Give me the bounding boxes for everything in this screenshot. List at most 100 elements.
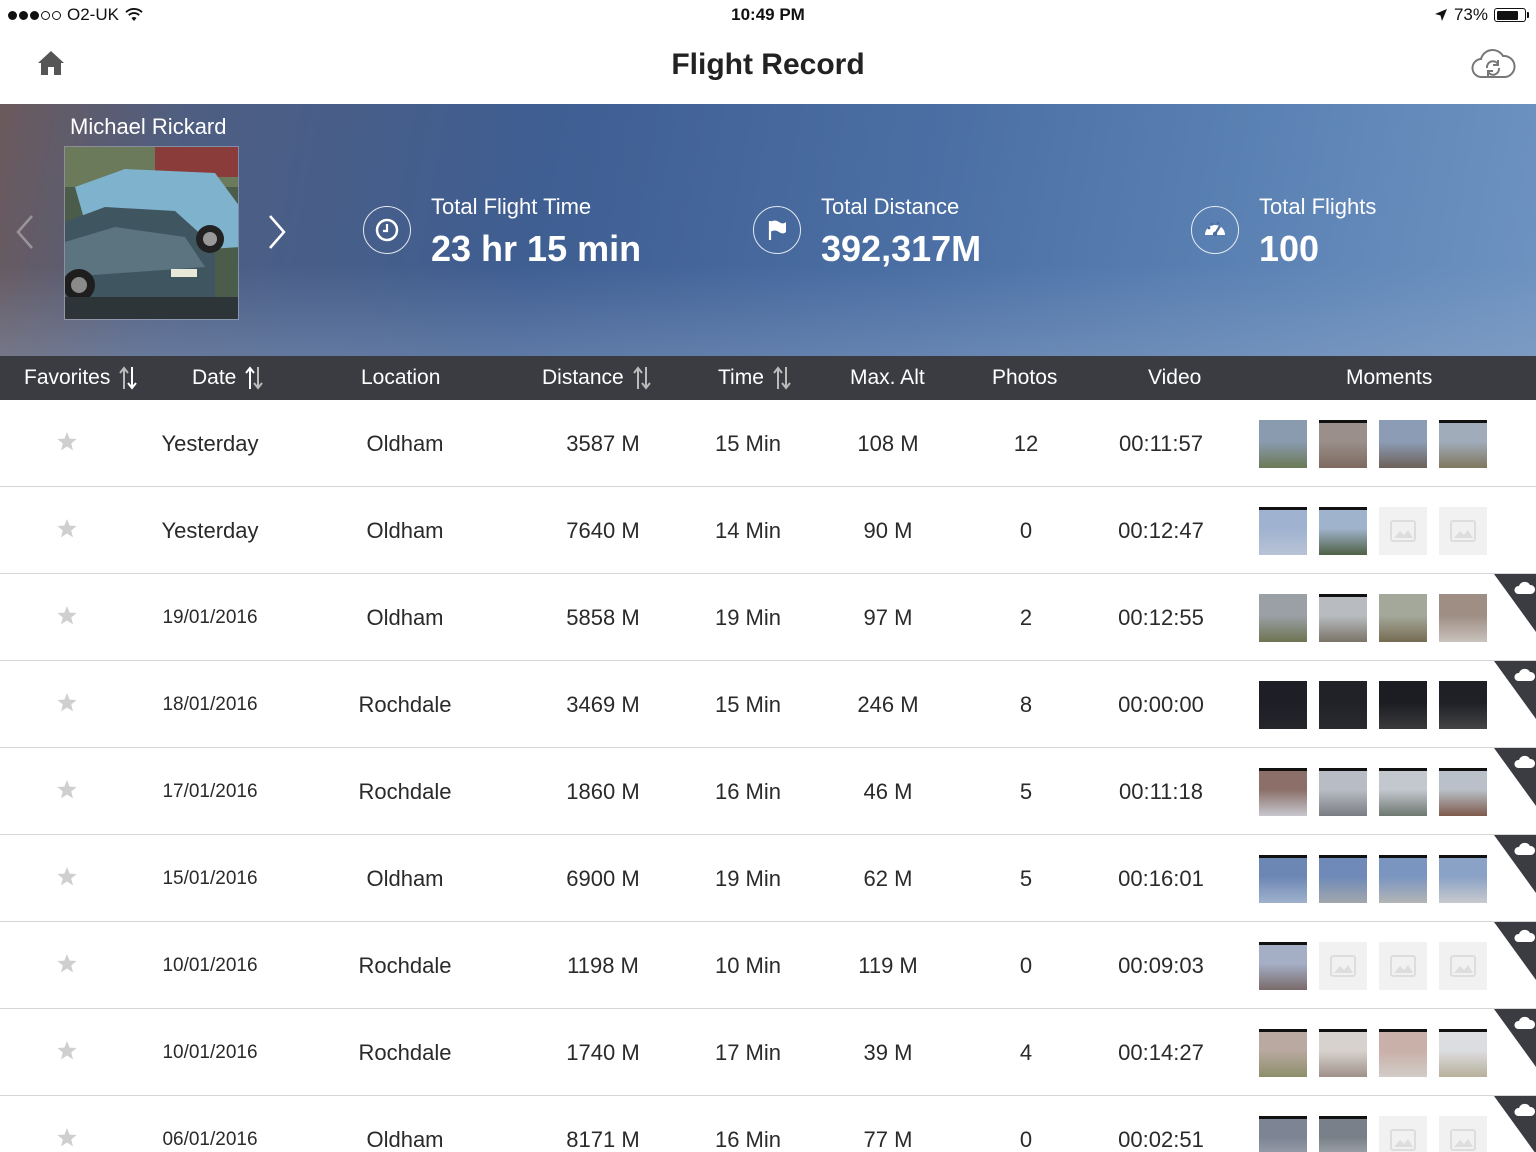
- moment-thumbnail[interactable]: [1319, 1029, 1367, 1077]
- cloud-synced-badge-icon: [1494, 1009, 1536, 1067]
- table-row[interactable]: Yesterday Oldham 7640 M 14 Min 90 M 0 00:12:47: [0, 487, 1536, 574]
- moment-thumbnail[interactable]: [1439, 420, 1487, 468]
- thumbnail-top-bar: [1439, 1029, 1487, 1032]
- cell-date: 15/01/2016: [162, 867, 258, 889]
- favorite-star-icon[interactable]: [56, 1127, 78, 1149]
- cloud-sync-icon: [1471, 49, 1516, 79]
- thumbnail-top-bar: [1259, 768, 1307, 771]
- moment-thumbnail[interactable]: [1439, 768, 1487, 816]
- cell-location: Oldham: [366, 517, 444, 543]
- column-header-date[interactable]: Date: [192, 356, 264, 400]
- moment-thumbnail[interactable]: [1259, 507, 1307, 555]
- image-placeholder-icon: [1390, 520, 1416, 542]
- favorite-star-icon[interactable]: [56, 866, 78, 888]
- moment-placeholder: [1379, 1116, 1427, 1152]
- table-row[interactable]: 10/01/2016 Rochdale 1198 M 10 Min 119 M 0 00:0…: [0, 922, 1536, 1009]
- image-placeholder-icon: [1450, 1129, 1476, 1151]
- column-header-photos: Photos: [992, 356, 1057, 400]
- cell-location: Oldham: [366, 430, 444, 456]
- favorite-star-icon[interactable]: [56, 518, 78, 540]
- moments-thumbnails: [1259, 1116, 1487, 1152]
- thumbnail-top-bar: [1439, 420, 1487, 423]
- moment-thumbnail[interactable]: [1439, 594, 1487, 642]
- moment-thumbnail[interactable]: [1259, 768, 1307, 816]
- flight-record-table: Yesterday Oldham 3587 M 15 Min 108 M 12 00:11:…: [0, 400, 1536, 1152]
- moment-thumbnail[interactable]: [1379, 594, 1427, 642]
- cell-date: 10/01/2016: [162, 954, 258, 976]
- cell-location: Oldham: [366, 1126, 444, 1152]
- table-row[interactable]: 10/01/2016 Rochdale 1740 M 17 Min 39 M 4 00:14…: [0, 1009, 1536, 1096]
- moment-thumbnail[interactable]: [1259, 1116, 1307, 1152]
- cell-date: Yesterday: [161, 517, 259, 543]
- table-row[interactable]: 15/01/2016 Oldham 6900 M 19 Min 62 M 5 00:16:0…: [0, 835, 1536, 922]
- column-header-distance[interactable]: Distance: [542, 356, 652, 400]
- moment-thumbnail[interactable]: [1319, 420, 1367, 468]
- thumbnail-top-bar: [1379, 855, 1427, 858]
- moment-placeholder: [1319, 942, 1367, 990]
- cell-date: Yesterday: [161, 430, 259, 456]
- thumbnail-top-bar: [1319, 768, 1367, 771]
- image-placeholder-icon: [1390, 1129, 1416, 1151]
- cell-date: 10/01/2016: [162, 1041, 258, 1063]
- moment-thumbnail[interactable]: [1439, 855, 1487, 903]
- moment-thumbnail[interactable]: [1439, 1029, 1487, 1077]
- moment-thumbnail[interactable]: [1319, 768, 1367, 816]
- favorite-star-icon[interactable]: [56, 692, 78, 714]
- table-row[interactable]: 19/01/2016 Oldham 5858 M 19 Min 97 M 2 00:12:5…: [0, 574, 1536, 661]
- table-row[interactable]: 06/01/2016 Oldham 8171 M 16 Min 77 M 0 00:02:5…: [0, 1096, 1536, 1152]
- favorite-star-icon[interactable]: [56, 1040, 78, 1062]
- cell-date: 17/01/2016: [162, 780, 258, 802]
- table-row[interactable]: Yesterday Oldham 3587 M 15 Min 108 M 12 00:11:…: [0, 400, 1536, 487]
- moment-thumbnail[interactable]: [1379, 855, 1427, 903]
- column-header-time[interactable]: Time: [718, 356, 792, 400]
- column-header-label: Time: [718, 366, 764, 389]
- column-header-label: Photos: [992, 366, 1058, 389]
- moment-thumbnail[interactable]: [1319, 855, 1367, 903]
- cell-location: Rochdale: [358, 952, 452, 978]
- moment-thumbnail[interactable]: [1259, 594, 1307, 642]
- cell-video: 00:09:03: [1118, 952, 1204, 978]
- moment-thumbnail[interactable]: [1319, 1116, 1367, 1152]
- favorite-star-icon[interactable]: [56, 953, 78, 975]
- moment-thumbnail[interactable]: [1439, 681, 1487, 729]
- moment-thumbnail[interactable]: [1259, 855, 1307, 903]
- thumbnail-top-bar: [1259, 507, 1307, 510]
- moment-thumbnail[interactable]: [1319, 594, 1367, 642]
- column-header-label: Favorites: [24, 366, 111, 389]
- cell-video: 00:00:00: [1118, 691, 1204, 717]
- profile-banner: Michael Rickard Total Flight Time 23 hr …: [0, 104, 1536, 356]
- thumbnail-top-bar: [1319, 855, 1367, 858]
- moment-thumbnail[interactable]: [1259, 942, 1307, 990]
- cell-video: 00:02:51: [1118, 1126, 1204, 1152]
- moment-thumbnail[interactable]: [1319, 507, 1367, 555]
- column-header-favorites[interactable]: Favorites: [24, 356, 138, 400]
- moments-thumbnails: [1259, 420, 1487, 468]
- user-name: Michael Rickard: [70, 114, 227, 139]
- moment-thumbnail[interactable]: [1259, 681, 1307, 729]
- thumbnail-top-bar: [1319, 1029, 1367, 1032]
- table-row[interactable]: 17/01/2016 Rochdale 1860 M 16 Min 46 M 5 00:11…: [0, 748, 1536, 835]
- column-header-max-alt: Max. Alt: [850, 356, 925, 400]
- cloud-sync-button[interactable]: [1470, 46, 1516, 82]
- moment-thumbnail[interactable]: [1319, 681, 1367, 729]
- cell-video: 00:11:18: [1118, 778, 1203, 804]
- favorite-star-icon[interactable]: [56, 605, 78, 627]
- next-profile-arrow-icon[interactable]: [266, 212, 290, 252]
- favorite-star-icon[interactable]: [56, 779, 78, 801]
- moment-thumbnail[interactable]: [1259, 1029, 1307, 1077]
- favorite-star-icon[interactable]: [56, 431, 78, 453]
- moment-thumbnail[interactable]: [1379, 420, 1427, 468]
- cloud-synced-badge-icon: [1494, 748, 1536, 806]
- table-row[interactable]: 18/01/2016 Rochdale 3469 M 15 Min 246 M 8 00:0…: [0, 661, 1536, 748]
- moment-thumbnail[interactable]: [1379, 768, 1427, 816]
- moment-thumbnail[interactable]: [1259, 420, 1307, 468]
- cell-location: Rochdale: [358, 1039, 452, 1065]
- previous-profile-arrow-icon[interactable]: [12, 212, 36, 252]
- cell-video: 00:16:01: [1118, 865, 1204, 891]
- cell-date: 18/01/2016: [162, 693, 258, 715]
- avatar[interactable]: [64, 146, 239, 320]
- moment-thumbnail[interactable]: [1379, 1029, 1427, 1077]
- stat-label: Total Distance: [821, 194, 960, 219]
- moment-thumbnail[interactable]: [1379, 681, 1427, 729]
- column-header-label: Video: [1148, 366, 1202, 389]
